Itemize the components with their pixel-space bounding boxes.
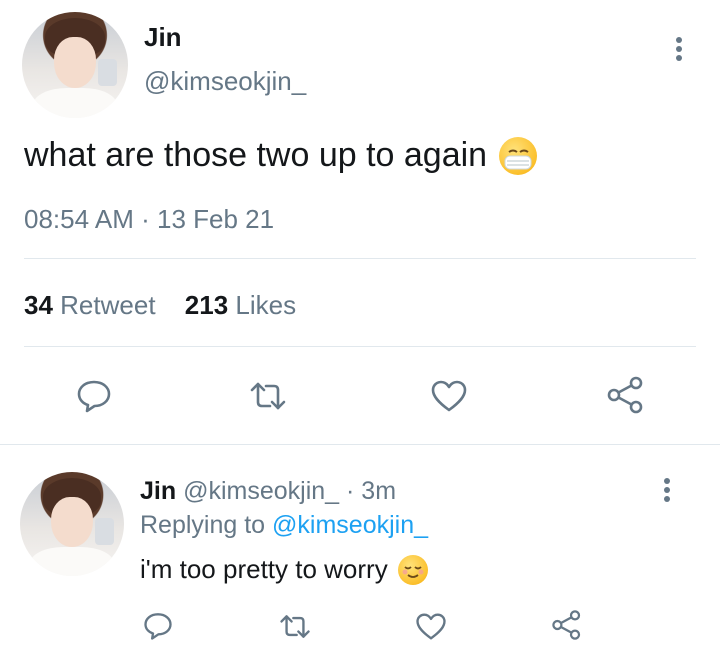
tweet-time: 08:54 AM — [24, 204, 134, 234]
tweet-stats: 34 Retweet 213 Likes — [24, 290, 296, 321]
relieved-face-emoji — [397, 554, 428, 585]
likes-label: Likes — [235, 290, 297, 320]
tweet-text-row: what are those two up to again — [24, 136, 538, 175]
tweet-text: what are those two up to again — [24, 136, 488, 174]
divider — [24, 346, 696, 347]
separator-dot: · — [141, 204, 150, 234]
reply-text-row: i'm too pretty to worry — [140, 554, 428, 585]
divider — [24, 258, 696, 259]
retweet-count: 34 — [24, 290, 53, 320]
like-icon[interactable] — [430, 379, 468, 413]
separator-dot: · — [346, 477, 355, 505]
retweet-label: Retweet — [60, 290, 156, 320]
replying-to: Replying to @kimseokjin_ — [140, 511, 428, 540]
replying-to-label: Replying to — [140, 511, 266, 539]
retweet-stat[interactable]: 34 Retweet — [24, 290, 163, 320]
reply-more-options-icon[interactable] — [663, 478, 671, 502]
share-icon[interactable] — [605, 375, 647, 415]
section-divider — [0, 444, 720, 445]
tweet-timestamp[interactable]: 08:54 AM · 13 Feb 21 — [24, 204, 274, 235]
retweet-icon[interactable] — [248, 380, 288, 412]
reply-avatar[interactable] — [20, 472, 124, 576]
like-icon[interactable] — [415, 612, 447, 641]
replying-to-handle[interactable]: @kimseokjin_ — [272, 511, 428, 539]
reply-text: i'm too pretty to worry — [140, 554, 388, 584]
author-name[interactable]: Jin — [144, 22, 182, 53]
more-options-icon[interactable] — [675, 37, 683, 61]
tweet-date: 13 Feb 21 — [157, 204, 275, 234]
avatar[interactable] — [22, 12, 128, 118]
mask-face-emoji — [499, 136, 538, 175]
reply-icon[interactable] — [143, 611, 173, 641]
retweet-icon[interactable] — [278, 613, 312, 640]
author-handle[interactable]: @kimseokjin_ — [144, 66, 306, 97]
reply-header: Jin @kimseokjin_ · 3m — [140, 477, 396, 506]
reply-author-handle[interactable]: @kimseokjin_ — [183, 477, 339, 505]
reply-icon[interactable] — [76, 378, 112, 414]
likes-stat[interactable]: 213 Likes — [185, 290, 296, 320]
reply-author-name[interactable]: Jin — [140, 477, 176, 505]
likes-count: 213 — [184, 290, 229, 320]
reply-age: 3m — [361, 477, 397, 505]
share-icon[interactable] — [550, 609, 584, 641]
